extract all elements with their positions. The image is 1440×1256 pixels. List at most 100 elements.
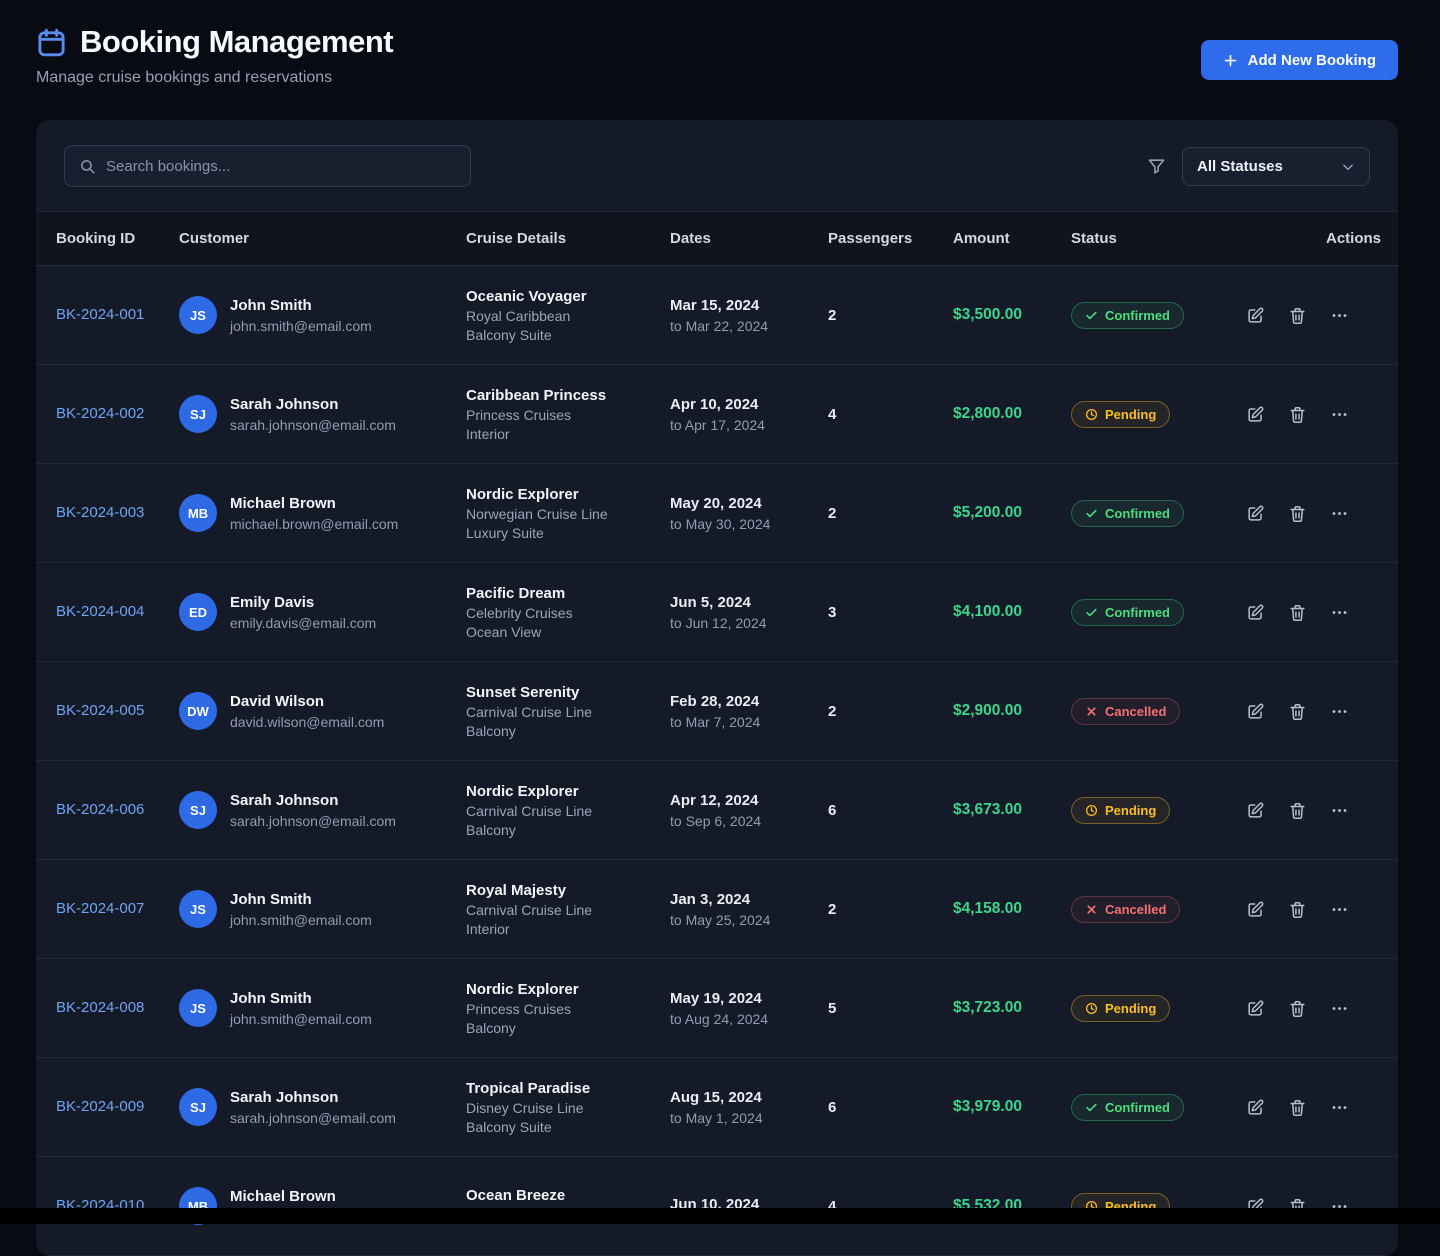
customer-email: john.smith@email.com [230, 318, 372, 334]
date-end: to Aug 24, 2024 [670, 1011, 828, 1027]
table-row: BK-2024-008 JS John Smith john.smith@ema… [36, 959, 1398, 1058]
delete-button[interactable] [1288, 702, 1307, 721]
customer-email: emily.davis@email.com [230, 615, 376, 631]
customer-name: Michael Brown [230, 495, 398, 512]
edit-button[interactable] [1246, 504, 1265, 523]
table-row: BK-2024-007 JS John Smith john.smith@ema… [36, 860, 1398, 959]
search-input[interactable] [106, 158, 456, 175]
booking-id-link[interactable]: BK-2024-002 [56, 405, 144, 422]
delete-button[interactable] [1288, 306, 1307, 325]
cruise-line: Celebrity Cruises [466, 605, 670, 621]
edit-button[interactable] [1246, 801, 1265, 820]
date-start: Feb 28, 2024 [670, 693, 828, 710]
check-icon [1085, 606, 1098, 619]
more-actions-button[interactable] [1330, 900, 1349, 919]
edit-button[interactable] [1246, 999, 1265, 1018]
filter-icon[interactable] [1147, 157, 1166, 176]
status-label: Confirmed [1105, 308, 1170, 323]
search-box [64, 145, 471, 187]
customer-name: Sarah Johnson [230, 1089, 396, 1106]
customer-email: sarah.johnson@email.com [230, 417, 396, 433]
more-actions-button[interactable] [1330, 702, 1349, 721]
edit-button[interactable] [1246, 900, 1265, 919]
clock-icon [1085, 804, 1098, 817]
date-start: Jun 5, 2024 [670, 594, 828, 611]
edit-button[interactable] [1246, 603, 1265, 622]
clock-icon [1085, 408, 1098, 421]
cruise-line: Princess Cruises [466, 1001, 670, 1017]
delete-button[interactable] [1288, 504, 1307, 523]
trash-icon [1288, 603, 1307, 622]
booking-id-link[interactable]: BK-2024-006 [56, 801, 144, 818]
date-end: to May 30, 2024 [670, 516, 828, 532]
date-start: Apr 10, 2024 [670, 396, 828, 413]
passenger-count: 2 [828, 505, 953, 522]
customer-name: Michael Brown [230, 1188, 398, 1205]
booking-amount: $4,158.00 [953, 900, 1071, 918]
passenger-count: 6 [828, 1099, 953, 1116]
booking-id-link[interactable]: BK-2024-005 [56, 702, 144, 719]
status-filter-select[interactable]: All Statuses [1182, 147, 1370, 186]
booking-id-link[interactable]: BK-2024-009 [56, 1098, 144, 1115]
calendar-icon [36, 27, 67, 58]
delete-button[interactable] [1288, 603, 1307, 622]
edit-button[interactable] [1246, 1098, 1265, 1117]
edit-button[interactable] [1246, 405, 1265, 424]
avatar: JS [179, 890, 217, 928]
more-actions-button[interactable] [1330, 999, 1349, 1018]
more-actions-button[interactable] [1330, 1098, 1349, 1117]
date-end: to May 1, 2024 [670, 1110, 828, 1126]
cruise-ship-name: Pacific Dream [466, 585, 670, 602]
more-actions-button[interactable] [1330, 405, 1349, 424]
passenger-count: 2 [828, 901, 953, 918]
passenger-count: 2 [828, 307, 953, 324]
delete-button[interactable] [1288, 900, 1307, 919]
toolbar: All Statuses [36, 120, 1398, 211]
booking-id-link[interactable]: BK-2024-007 [56, 900, 144, 917]
customer-name: David Wilson [230, 693, 384, 710]
booking-id-link[interactable]: BK-2024-003 [56, 504, 144, 521]
cabin-type: Balcony [466, 822, 670, 838]
plus-icon [1223, 53, 1238, 68]
more-actions-button[interactable] [1330, 504, 1349, 523]
check-icon [1085, 309, 1098, 322]
edit-button[interactable] [1246, 306, 1265, 325]
trash-icon [1288, 306, 1307, 325]
cabin-type: Balcony Suite [466, 327, 670, 343]
cruise-line: Carnival Cruise Line [466, 704, 670, 720]
page-header: Booking Management Manage cruise booking… [36, 24, 393, 87]
delete-button[interactable] [1288, 999, 1307, 1018]
edit-icon [1246, 1098, 1265, 1117]
customer-name: Sarah Johnson [230, 792, 396, 809]
status-badge: Pending [1071, 797, 1170, 824]
delete-button[interactable] [1288, 1098, 1307, 1117]
delete-button[interactable] [1288, 801, 1307, 820]
edit-button[interactable] [1246, 702, 1265, 721]
status-badge: Pending [1071, 401, 1170, 428]
avatar: SJ [179, 1088, 217, 1126]
avatar: ED [179, 593, 217, 631]
date-end: to Sep 6, 2024 [670, 813, 828, 829]
cruise-ship-name: Sunset Serenity [466, 684, 670, 701]
booking-amount: $2,900.00 [953, 702, 1071, 720]
booking-id-link[interactable]: BK-2024-004 [56, 603, 144, 620]
delete-button[interactable] [1288, 405, 1307, 424]
add-new-booking-button[interactable]: Add New Booking [1201, 40, 1398, 80]
page-title: Booking Management [80, 24, 393, 60]
trash-icon [1288, 702, 1307, 721]
cabin-type: Luxury Suite [466, 525, 670, 541]
x-icon [1085, 705, 1098, 718]
customer-email: sarah.johnson@email.com [230, 813, 396, 829]
more-actions-button[interactable] [1330, 306, 1349, 325]
more-actions-button[interactable] [1330, 603, 1349, 622]
date-start: Aug 15, 2024 [670, 1089, 828, 1106]
cruise-line: Norwegian Cruise Line [466, 506, 670, 522]
booking-id-link[interactable]: BK-2024-001 [56, 306, 144, 323]
bookings-card: All Statuses Booking ID Customer Cruise … [36, 120, 1398, 1256]
more-actions-button[interactable] [1330, 801, 1349, 820]
date-start: Mar 15, 2024 [670, 297, 828, 314]
booking-amount: $3,979.00 [953, 1098, 1071, 1116]
status-label: Pending [1105, 803, 1156, 818]
booking-id-link[interactable]: BK-2024-008 [56, 999, 144, 1016]
cruise-ship-name: Caribbean Princess [466, 387, 670, 404]
